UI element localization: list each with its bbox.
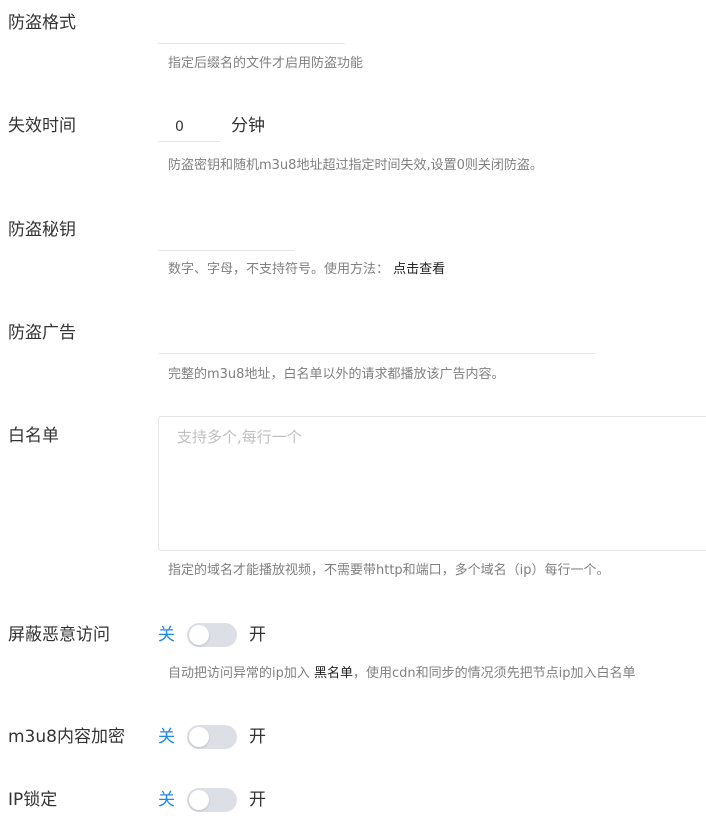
expire-time-unit: 分钟	[231, 116, 265, 136]
block-malicious-hint-prefix: 自动把访问异常的ip加入	[168, 666, 310, 681]
hotlink-ad-hint: 完整的m3u8地址，白名单以外的请求都播放该广告内容。	[168, 367, 505, 382]
m3u8-encrypt-off-label: 关	[158, 727, 175, 747]
view-usage-link[interactable]: 点击查看	[393, 262, 445, 277]
hotlink-format-label: 防盗格式	[8, 13, 76, 33]
expire-time-input[interactable]	[158, 112, 220, 142]
ip-lock-off-label: 关	[158, 790, 175, 810]
whitelist-hint: 指定的域名才能播放视频，不需要带http和端口，多个域名（ip）每行一个。	[168, 563, 610, 578]
ip-lock-switch-row: 关 开	[158, 787, 266, 813]
ip-lock-label: IP锁定	[8, 790, 58, 810]
m3u8-encrypt-toggle[interactable]	[187, 725, 237, 749]
block-malicious-hint-suffix: ，使用cdn和同步的情况须先把节点ip加入白名单	[353, 666, 636, 681]
hotlink-ad-input[interactable]	[158, 326, 595, 354]
expire-time-label: 失效时间	[8, 116, 76, 136]
block-malicious-off-label: 关	[158, 625, 175, 645]
expire-time-hint: 防盗密钥和随机m3u8地址超过指定时间失效,设置0则关闭防盗。	[168, 158, 543, 173]
hotlink-key-input[interactable]	[158, 223, 295, 251]
block-malicious-label: 屏蔽恶意访问	[8, 625, 110, 645]
hotlink-format-input[interactable]	[158, 16, 345, 44]
m3u8-encrypt-switch-row: 关 开	[158, 724, 266, 750]
ip-lock-on-label: 开	[249, 790, 266, 810]
block-malicious-on-label: 开	[249, 625, 266, 645]
toggle-knob	[189, 727, 209, 747]
blacklist-link[interactable]: 黑名单	[314, 666, 353, 681]
whitelist-textarea[interactable]	[158, 416, 706, 551]
block-malicious-hint: 自动把访问异常的ip加入 黑名单，使用cdn和同步的情况须先把节点ip加入白名单	[168, 665, 636, 683]
toggle-knob	[189, 790, 209, 810]
block-malicious-switch-row: 关 开	[158, 622, 266, 648]
hotlink-ad-label: 防盗广告	[8, 323, 76, 343]
toggle-knob	[189, 625, 209, 645]
block-malicious-toggle[interactable]	[187, 623, 237, 647]
m3u8-encrypt-label: m3u8内容加密	[8, 727, 125, 747]
hotlink-key-hint-text: 数字、字母，不支持符号。使用方法：	[168, 262, 390, 277]
hotlink-format-hint: 指定后缀名的文件才启用防盗功能	[168, 56, 364, 71]
hotlink-key-label: 防盗秘钥	[8, 220, 76, 240]
m3u8-encrypt-on-label: 开	[249, 727, 266, 747]
ip-lock-toggle[interactable]	[187, 788, 237, 812]
hotlink-key-hint: 数字、字母，不支持符号。使用方法： 点击查看	[168, 261, 445, 279]
whitelist-label: 白名单	[8, 426, 59, 446]
